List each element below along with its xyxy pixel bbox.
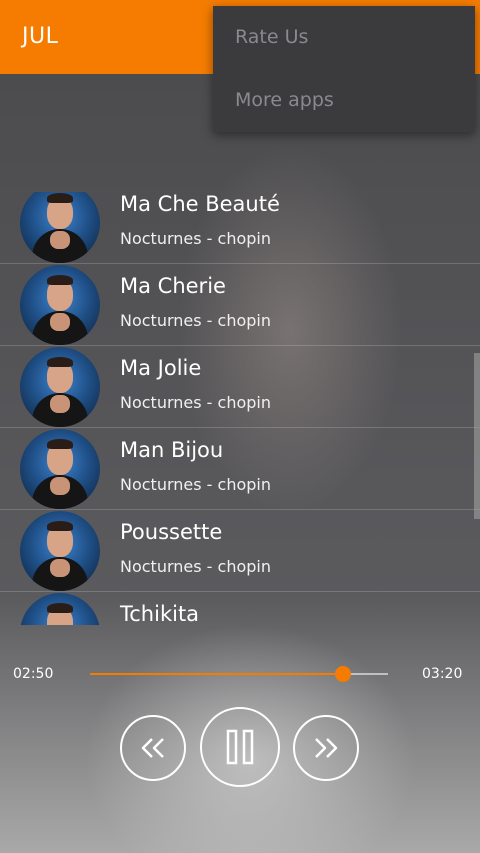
song-title: Ma Che Beauté — [120, 192, 280, 216]
overflow-menu: Rate Us More apps — [213, 6, 475, 132]
artist-avatar — [20, 593, 100, 625]
menu-item-rate-us[interactable]: Rate Us — [213, 6, 475, 69]
artist-avatar — [20, 511, 100, 591]
artist-avatar — [20, 429, 100, 509]
artist-avatar — [20, 265, 100, 345]
artist-avatar — [20, 347, 100, 427]
song-title: Ma Cherie — [120, 274, 226, 298]
seek-bar-progress — [90, 673, 344, 675]
app-title: JUL — [22, 24, 59, 49]
song-row[interactable]: Tchikita — [0, 592, 480, 625]
song-row[interactable]: Poussette Nocturnes - chopin — [0, 510, 480, 592]
fast-forward-button[interactable] — [293, 715, 359, 781]
song-artist: Nocturnes - chopin — [120, 475, 271, 494]
fast-forward-icon — [315, 738, 338, 758]
song-artist: Nocturnes - chopin — [120, 557, 271, 576]
rewind-button[interactable] — [120, 715, 186, 781]
rewind-icon — [141, 738, 164, 758]
song-row[interactable]: Ma Che Beauté Nocturnes - chopin — [0, 192, 480, 264]
artist-avatar — [20, 192, 100, 263]
pause-button[interactable] — [200, 707, 280, 787]
seek-bar[interactable] — [90, 666, 388, 682]
song-row[interactable]: Ma Cherie Nocturnes - chopin — [0, 264, 480, 346]
list-scrollbar[interactable] — [474, 353, 480, 519]
song-title: Man Bijou — [120, 438, 224, 462]
menu-item-more-apps[interactable]: More apps — [213, 69, 475, 132]
song-title: Tchikita — [120, 602, 200, 625]
song-title: Poussette — [120, 520, 223, 544]
song-artist: Nocturnes - chopin — [120, 311, 271, 330]
song-list[interactable]: Ma Che Beauté Nocturnes - chopin Ma Cher… — [0, 192, 480, 625]
song-row[interactable]: Ma Jolie Nocturnes - chopin — [0, 346, 480, 428]
song-artist: Nocturnes - chopin — [120, 393, 271, 412]
total-duration: 03:20 — [422, 666, 463, 682]
song-row[interactable]: Man Bijou Nocturnes - chopin — [0, 428, 480, 510]
elapsed-time: 02:50 — [13, 666, 54, 682]
song-artist: Nocturnes - chopin — [120, 229, 271, 248]
pause-icon — [226, 729, 254, 765]
song-title: Ma Jolie — [120, 356, 202, 380]
